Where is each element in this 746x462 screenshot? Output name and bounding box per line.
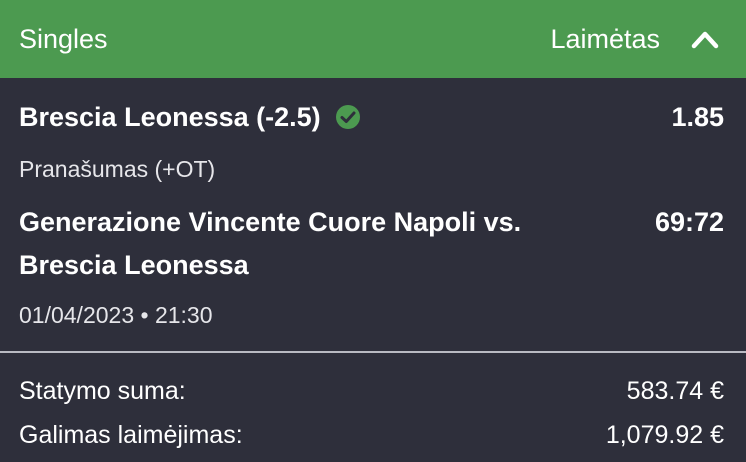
event-datetime: 01/04/2023 • 21:30 (19, 302, 213, 328)
collapse-button[interactable] (690, 26, 720, 52)
bet-card-header[interactable]: Singles Laimėtas (0, 0, 746, 78)
bet-type-title: Singles (19, 24, 108, 54)
bet-card: Singles Laimėtas Brescia Leonessa (-2.5)… (0, 0, 746, 462)
potential-win-row: Galimas laimėjimas: 1,079.92 € (19, 418, 724, 452)
odds-value: 1.85 (671, 102, 724, 132)
potential-win-label: Galimas laimėjimas: (19, 421, 243, 449)
check-circle-icon (335, 104, 361, 130)
market-name: Pranašumas (+OT) (19, 156, 216, 182)
divider (0, 351, 746, 353)
stake-row: Statymo suma: 583.74 € (19, 374, 724, 408)
selection-name: Brescia Leonessa (-2.5) (19, 102, 321, 132)
selection-row: Brescia Leonessa (-2.5) (19, 98, 361, 136)
event-name-line-1: Generazione Vincente Cuore Napoli vs. (19, 207, 522, 237)
potential-win-value: 1,079.92 € (605, 421, 724, 449)
bet-status-label: Laimėtas (550, 24, 660, 54)
event-name-line-2: Brescia Leonessa (19, 250, 249, 280)
stake-value: 583.74 € (626, 377, 724, 405)
chevron-up-icon (691, 31, 719, 49)
event-name: Generazione Vincente Cuore Napoli vs. Br… (19, 201, 609, 287)
stake-label: Statymo suma: (19, 377, 186, 405)
event-score: 69:72 (654, 207, 724, 237)
